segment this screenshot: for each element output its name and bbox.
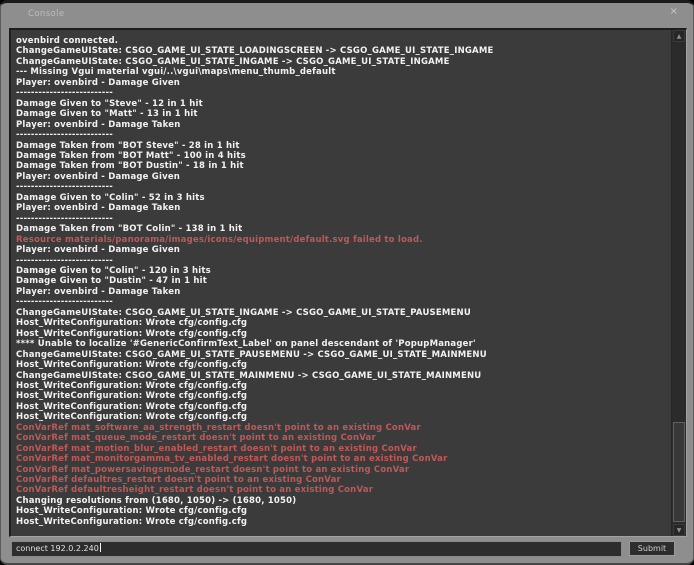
scrollbar[interactable]: ▲ ▼	[671, 30, 686, 536]
console-line: ConVarRef mat_queue_mode_restart doesn't…	[16, 433, 670, 443]
console-command-input[interactable]: connect 192.0.2.240	[11, 541, 622, 557]
text-cursor	[100, 543, 101, 552]
console-line: ConVarRef mat_software_aa_strength_resta…	[16, 423, 670, 433]
title-bar[interactable]: Console ×	[1, 3, 693, 28]
console-line: ConVarRef mat_motion_blur_enabled_restar…	[16, 444, 670, 454]
console-line: Host_WriteConfiguration: Wrote cfg/confi…	[16, 391, 670, 401]
scroll-up-button[interactable]: ▲	[673, 30, 685, 42]
console-line: ChangeGameUIState: CSGO_GAME_UI_STATE_IN…	[16, 308, 670, 318]
console-line: Damage Taken from "BOT Colin" - 138 in 1…	[16, 224, 670, 234]
console-line: Player: ovenbird - Damage Taken	[16, 120, 670, 130]
console-line: --------------------------	[16, 88, 670, 98]
console-line: Host_WriteConfiguration: Wrote cfg/confi…	[16, 360, 670, 370]
console-window: Console × ovenbird connected.ChangeGameU…	[0, 0, 694, 565]
console-line: Player: ovenbird - Damage Given	[16, 78, 670, 88]
console-line: Damage Taken from "BOT Dustin" - 18 in 1…	[16, 161, 670, 171]
console-line: Host_WriteConfiguration: Wrote cfg/confi…	[16, 329, 670, 339]
console-line: Player: ovenbird - Damage Given	[16, 245, 670, 255]
console-line: ConVarRef defaultres_restart doesn't poi…	[16, 475, 670, 485]
console-line: Damage Given to "Dustin" - 47 in 1 hit	[16, 276, 670, 286]
console-line: ChangeGameUIState: CSGO_GAME_UI_STATE_IN…	[16, 57, 670, 67]
console-line: ConVarRef mat_monitorgamma_tv_enabled_re…	[16, 454, 670, 464]
console-line: Damage Taken from "BOT Matt" - 100 in 4 …	[16, 151, 670, 161]
console-line: ChangeGameUIState: CSGO_GAME_UI_STATE_LO…	[16, 46, 670, 56]
console-line: Host_WriteConfiguration: Wrote cfg/confi…	[16, 381, 670, 391]
console-line: ConVarRef mat_powersavingsmode_restart d…	[16, 465, 670, 475]
window-title: Console	[28, 9, 65, 19]
console-line: --------------------------	[16, 214, 670, 224]
scroll-down-button[interactable]: ▼	[673, 524, 685, 536]
submit-button[interactable]: Submit	[629, 541, 675, 556]
console-line: Damage Given to "Matt" - 13 in 1 hit	[16, 109, 670, 119]
console-line: Host_WriteConfiguration: Wrote cfg/confi…	[16, 517, 670, 527]
console-line: ChangeGameUIState: CSGO_GAME_UI_STATE_MA…	[16, 371, 670, 381]
console-line: Changing resolutions from (1680, 1050) -…	[16, 496, 670, 506]
console-line: ChangeGameUIState: CSGO_GAME_UI_STATE_PA…	[16, 350, 670, 360]
console-line: Resource materials/panorama/images/icons…	[16, 235, 670, 245]
scrollbar-thumb[interactable]	[673, 422, 685, 522]
console-line: Host_WriteConfiguration: Wrote cfg/confi…	[16, 402, 670, 412]
console-line: Damage Given to "Steve" - 12 in 1 hit	[16, 99, 670, 109]
console-line: Host_WriteConfiguration: Wrote cfg/confi…	[16, 412, 670, 422]
console-line: --------------------------	[16, 130, 670, 140]
console-line: --------------------------	[16, 297, 670, 307]
console-line: Host_WriteConfiguration: Wrote cfg/confi…	[16, 318, 670, 328]
console-line: Player: ovenbird - Damage Taken	[16, 287, 670, 297]
console-line: ovenbird connected.	[16, 36, 670, 46]
console-line: Player: ovenbird - Damage Taken	[16, 203, 670, 213]
command-text: connect 192.0.2.240	[16, 544, 99, 553]
console-line: Damage Given to "Colin" - 52 in 3 hits	[16, 193, 670, 203]
console-output-lines: ovenbird connected.ChangeGameUIState: CS…	[11, 30, 670, 536]
console-line: **** Unable to localize '#GenericConfirm…	[16, 339, 670, 349]
console-line: --------------------------	[16, 182, 670, 192]
close-icon[interactable]: ×	[670, 6, 678, 18]
console-line: ConVarRef defaultresheight_restart doesn…	[16, 485, 670, 495]
console-line: --------------------------	[16, 256, 670, 266]
console-line: Player: ovenbird - Damage Given	[16, 172, 670, 182]
console-output: ovenbird connected.ChangeGameUIState: CS…	[9, 28, 687, 537]
command-row: connect 192.0.2.240 Submit	[9, 540, 687, 557]
console-line: Host_WriteConfiguration: Wrote cfg/confi…	[16, 506, 670, 516]
console-line: Damage Taken from "BOT Steve" - 28 in 1 …	[16, 141, 670, 151]
console-line: --- Missing Vgui material vgui/..\vgui\m…	[16, 67, 670, 77]
console-line: Damage Given to "Colin" - 120 in 3 hits	[16, 266, 670, 276]
